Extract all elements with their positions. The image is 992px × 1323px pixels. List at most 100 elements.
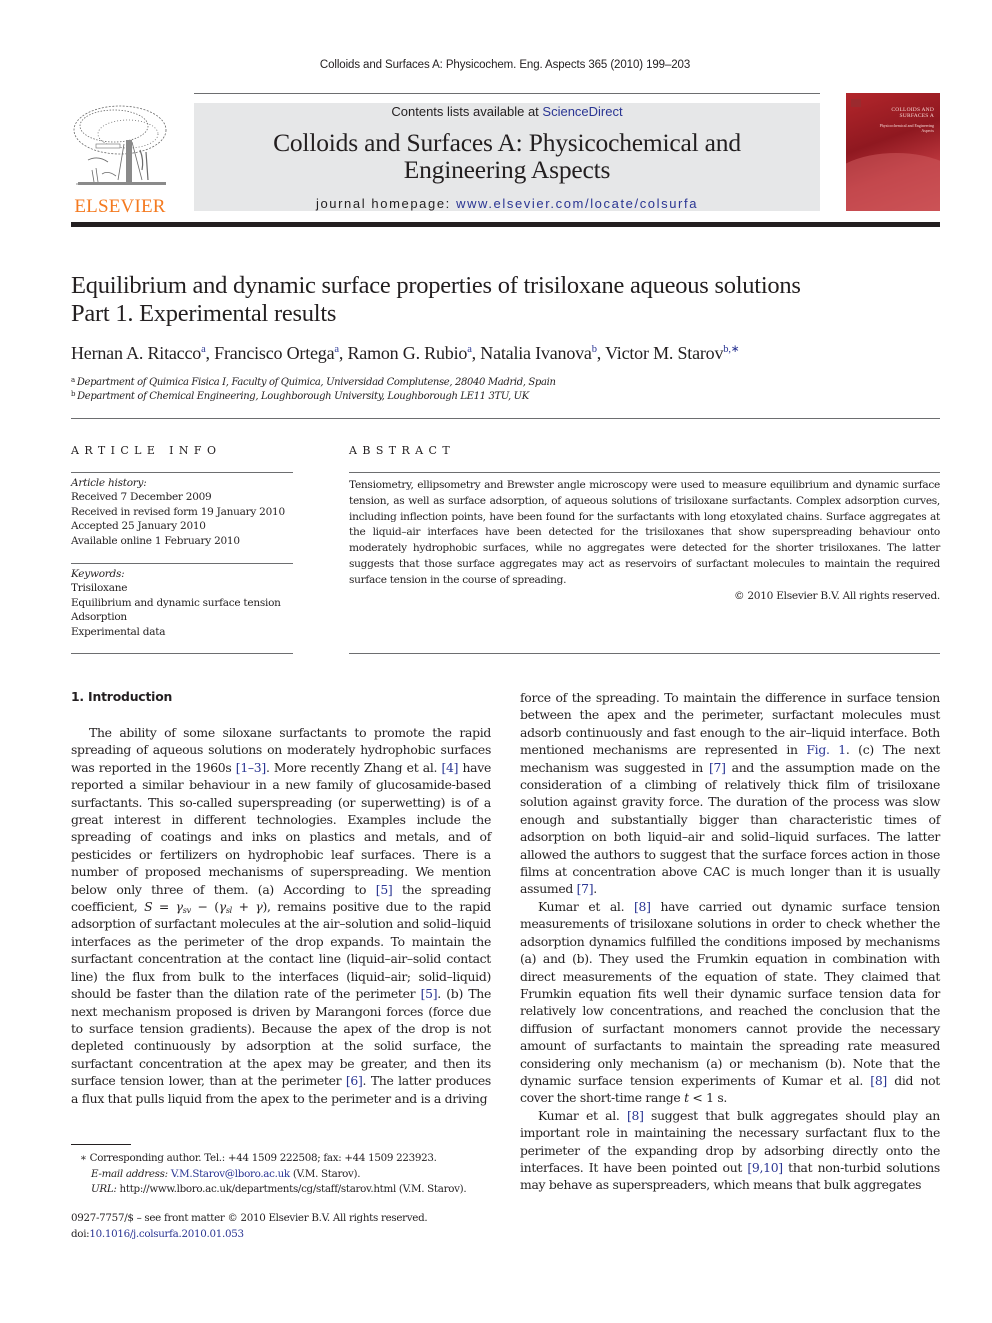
citation-link[interactable]: [8] <box>627 1108 644 1123</box>
cover-subtitle: Physicochemical and Engineering Aspects <box>879 123 934 133</box>
author-name: Victor M. Starov <box>605 343 724 363</box>
abstract-bottom-rule <box>349 653 940 654</box>
url-note: URL: http://www.lboro.ac.uk/departments/… <box>80 1182 500 1198</box>
header-top-rule <box>194 93 820 94</box>
citation-link[interactable]: [8] <box>634 899 651 914</box>
author-name: Ramon G. Rubio <box>347 343 468 363</box>
cover-title: COLLOIDS AND SURFACES A <box>891 107 934 119</box>
email-link[interactable]: V.M.Starov@lboro.ac.uk <box>171 1168 290 1180</box>
figure-link[interactable]: Fig. 1 <box>806 742 846 757</box>
abstract-text: Tensiometry, ellipsometry and Brewster a… <box>349 479 940 586</box>
author-separator: , <box>471 343 481 363</box>
elsevier-tree-icon <box>73 105 167 185</box>
author-separator: , <box>596 343 606 363</box>
citation-link[interactable]: [7] <box>577 881 594 896</box>
history-item: Accepted 25 January 2010 <box>71 520 206 533</box>
author[interactable]: Francisco Ortegaa <box>214 343 339 363</box>
journal-homepage: journal homepage: www.elsevier.com/locat… <box>194 196 820 211</box>
journal-title-line2: Engineering Aspects <box>403 155 611 184</box>
paragraph: force of the spreading. To maintain the … <box>520 689 940 898</box>
body-left-column: The ability of some siloxane surfactants… <box>71 724 491 1107</box>
text-run: have reported a similar behaviour in a n… <box>71 759 492 897</box>
citation-link[interactable]: [5] <box>376 882 393 897</box>
keywords-rule <box>71 563 293 564</box>
article-info-rule <box>71 472 293 473</box>
author-name: Hernan A. Ritacco <box>71 343 202 363</box>
article-info-heading: ARTICLE INFO <box>71 444 222 457</box>
article-title-line2: Part 1. Experimental results <box>71 300 337 327</box>
affiliation-item: a Department of Quimica Fisica I, Faculty… <box>71 376 951 390</box>
footnote-rule <box>71 1144 131 1145</box>
journal-banner: Contents lists available at ScienceDirec… <box>194 103 820 211</box>
header-bottom-rule <box>71 222 940 227</box>
history-item: Received 7 December 2009 <box>71 491 212 504</box>
citation-link[interactable]: [5] <box>421 986 438 1001</box>
author-name: Natalia Ivanova <box>480 343 592 363</box>
cover-wave-graphic <box>846 153 940 211</box>
keyword-item: Adsorption <box>71 611 127 624</box>
affiliation-mark[interactable]: b,∗ <box>723 344 739 355</box>
author[interactable]: Natalia Ivanovab <box>480 343 597 363</box>
author[interactable]: Hernan A. Ritaccoa <box>71 343 206 363</box>
section-heading-introduction: 1. Introduction <box>71 689 173 704</box>
elsevier-logo[interactable]: ELSEVIER <box>68 100 172 217</box>
history-item: Received in revised form 19 January 2010 <box>71 505 285 518</box>
paragraph: Kumar et al. [8] suggest that bulk aggre… <box>520 1107 940 1194</box>
body-right-column: force of the spreading. To maintain the … <box>520 689 940 1194</box>
text-run: . More recently Zhang et al. <box>265 759 442 775</box>
text-run: Kumar et al. <box>538 898 635 914</box>
article-history-label: Article history: <box>71 477 147 489</box>
corresponding-author-note: ∗ Corresponding author. Tel.: +44 1509 2… <box>80 1151 500 1167</box>
keywords-label: Keywords: <box>71 568 125 580</box>
citation-link[interactable]: [8] <box>870 1073 887 1088</box>
abstract-copyright: © 2010 Elsevier B.V. All rights reserved… <box>734 589 940 602</box>
affiliation-label: a <box>71 376 75 384</box>
citation-link[interactable]: [9,10] <box>747 1160 783 1175</box>
sciencedirect-link[interactable]: ScienceDirect <box>542 104 622 119</box>
paragraph: Kumar et al. [8] have carried out dynami… <box>520 898 940 1107</box>
eq-symbol: γ <box>175 899 183 915</box>
author[interactable]: Ramon G. Rubioa <box>347 343 471 363</box>
cover-publisher-mark <box>851 99 861 107</box>
author-separator: , <box>205 343 215 363</box>
title-block-rule <box>71 418 940 419</box>
text-run: < 1 s. <box>688 1090 728 1106</box>
homepage-link[interactable]: www.elsevier.com/locate/colsurfa <box>456 196 698 211</box>
eq-operator: = <box>152 899 176 915</box>
keyword-item: Experimental data <box>71 625 166 638</box>
email-label: E-mail address: <box>91 1167 168 1180</box>
text-run: and the assumption made on the considera… <box>520 759 940 897</box>
affiliation-label: b <box>71 390 76 398</box>
elsevier-wordmark: ELSEVIER <box>74 196 166 217</box>
abstract-rule <box>349 472 940 473</box>
abstract: Tensiometry, ellipsometry and Brewster a… <box>349 478 940 604</box>
running-head: Colloids and Surfaces A: Physicochem. En… <box>319 59 691 71</box>
paragraph: The ability of some siloxane surfactants… <box>71 724 491 1107</box>
author-name: Francisco Ortega <box>214 343 335 363</box>
keyword-item: Trisiloxane <box>71 582 128 595</box>
citation-link[interactable]: [6] <box>346 1073 363 1088</box>
text-run: Kumar et al. <box>538 1107 627 1123</box>
citation-link[interactable]: [7] <box>709 760 726 775</box>
text-run: have carried out dynamic surface tension… <box>520 898 940 1088</box>
citation-link[interactable]: [4] <box>441 760 458 775</box>
abstract-heading: ABSTRACT <box>349 444 456 457</box>
footnotes: ∗ Corresponding author. Tel.: +44 1509 2… <box>80 1151 500 1198</box>
contents-prefix: Contents lists available at <box>391 104 543 119</box>
homepage-label: journal homepage: <box>315 196 457 211</box>
journal-cover-thumbnail[interactable]: COLLOIDS AND SURFACES A Physicochemical … <box>846 93 940 211</box>
article-title-line1: Equilibrium and dynamic surface properti… <box>71 272 801 299</box>
affiliation-item: b Department of Chemical Engineering, Lou… <box>71 390 951 404</box>
doi-link[interactable]: 10.1016/j.colsurfa.2010.01.053 <box>89 1228 244 1240</box>
email-note: E-mail address: V.M.Starov@lboro.ac.uk (… <box>80 1167 500 1183</box>
citation-link[interactable]: [1–3] <box>236 760 266 775</box>
email-suffix: (V.M. Starov). <box>289 1167 361 1180</box>
author[interactable]: Victor M. Starovb,∗ <box>605 343 739 363</box>
url-text: http://www.lboro.ac.uk/departments/cg/st… <box>116 1183 467 1196</box>
eq-symbol: γ <box>218 899 226 915</box>
text-run: . <box>593 881 597 897</box>
publication-meta: 0927-7757/$ – see front matter © 2010 El… <box>71 1211 501 1242</box>
issn-line: 0927-7757/$ – see front matter © 2010 El… <box>71 1212 428 1224</box>
footnote-star: ∗ <box>80 1152 87 1164</box>
doi-line: doi:10.1016/j.colsurfa.2010.01.053 <box>71 1227 501 1243</box>
